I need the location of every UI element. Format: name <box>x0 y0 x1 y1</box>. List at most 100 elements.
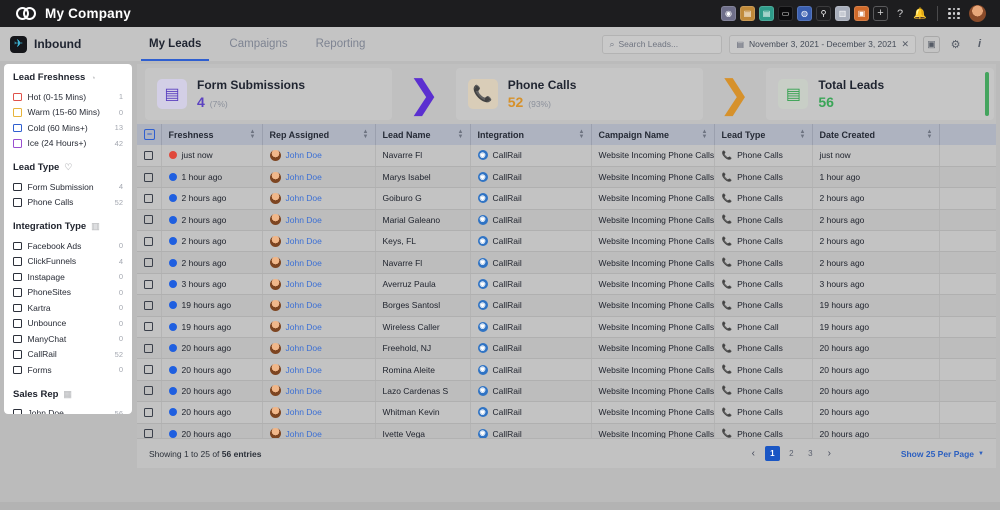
filter-option-manychat[interactable]: ManyChat 0 <box>13 331 123 347</box>
row-select-cell[interactable] <box>137 166 162 189</box>
avatar[interactable] <box>969 5 986 22</box>
app-icon-2[interactable]: ▤ <box>740 6 755 21</box>
filter-checkbox[interactable] <box>13 139 22 148</box>
row-checkbox[interactable] <box>144 365 153 375</box>
filter-checkbox[interactable] <box>13 92 22 101</box>
app-icon-6[interactable]: ⚲ <box>816 6 831 21</box>
table-row[interactable]: just now John Doe Navarre Fl ◉ CallRail Websi… <box>137 145 996 167</box>
rep-name-link[interactable]: John Doe <box>286 236 322 246</box>
sort-icon[interactable]: ▲ ▼ <box>363 129 369 140</box>
rep-name-link[interactable]: John Doe <box>286 300 322 310</box>
filter-option-callrail[interactable]: CallRail 52 <box>13 347 123 363</box>
filter-option-kartra[interactable]: Kartra 0 <box>13 300 123 316</box>
rep-name-link[interactable]: John Doe <box>286 215 322 225</box>
table-row[interactable]: 2 hours ago John Doe Keys, FL ◉ CallRail Webs… <box>137 230 996 253</box>
row-checkbox[interactable] <box>144 429 153 439</box>
filter-option-instapage[interactable]: Instapage 0 <box>13 269 123 285</box>
row-checkbox[interactable] <box>144 258 153 268</box>
rep-name-link[interactable]: John Doe <box>286 365 322 375</box>
table-row[interactable]: 20 hours ago John Doe Lazo Cardenas S ◉ Call… <box>137 380 996 403</box>
rep-name-link[interactable]: John Doe <box>286 258 322 268</box>
row-select-cell[interactable] <box>137 316 162 339</box>
filter-option-form-submission[interactable]: Form Submission 4 <box>13 179 123 195</box>
col-lead-type[interactable]: Lead Type ▲ ▼ <box>714 124 813 145</box>
filter-option-john-doe[interactable]: John Doe 56 <box>13 406 123 414</box>
filter-checkbox[interactable] <box>13 303 22 312</box>
rep-name-link[interactable]: John Doe <box>286 150 322 160</box>
table-row[interactable]: 2 hours ago John Doe Navarre Fl ◉ CallRail We… <box>137 251 996 274</box>
app-icon-8[interactable]: ▣ <box>854 6 869 21</box>
filter-option-ice-24-hours[interactable]: Ice (24 Hours+) 42 <box>13 136 123 152</box>
add-app-button[interactable]: + <box>873 6 888 21</box>
sort-icon[interactable]: ▲ ▼ <box>800 129 806 140</box>
table-row[interactable]: 19 hours ago John Doe Borges Santosl ◉ CallR… <box>137 294 996 317</box>
row-checkbox[interactable] <box>144 343 153 353</box>
app-icon-4[interactable]: ▭ <box>778 6 793 21</box>
filter-option-forms[interactable]: Forms 0 <box>13 362 123 378</box>
row-select-cell[interactable] <box>137 273 162 296</box>
sort-icon[interactable]: ▲ ▼ <box>579 129 585 140</box>
filter-option-warm-15-60-mins[interactable]: Warm (15-60 Mins) 0 <box>13 105 123 121</box>
row-checkbox[interactable] <box>144 236 153 246</box>
col-integration[interactable]: Integration ▲ ▼ <box>470 124 592 145</box>
row-select-cell[interactable] <box>137 251 162 274</box>
page-button-3[interactable]: 3 <box>803 446 818 461</box>
workspace-selector[interactable]: ✈ Inbound <box>0 35 135 53</box>
table-row[interactable]: 2 hours ago John Doe Goiburo G ◉ CallRail Web… <box>137 187 996 210</box>
rep-name-link[interactable]: John Doe <box>286 407 322 417</box>
row-select-cell[interactable] <box>137 187 162 210</box>
row-select-cell[interactable] <box>137 380 162 403</box>
bell-icon[interactable]: 🔔 <box>912 6 928 22</box>
row-select-cell[interactable] <box>137 337 162 360</box>
filter-checkbox[interactable] <box>13 409 22 414</box>
table-row[interactable]: 1 hour ago John Doe Marys Isabel ◉ CallRail W… <box>137 166 996 189</box>
filter-option-phone-calls[interactable]: Phone Calls 52 <box>13 195 123 211</box>
rep-name-link[interactable]: John Doe <box>286 386 322 396</box>
filter-checkbox[interactable] <box>13 365 22 374</box>
table-row[interactable]: 20 hours ago John Doe Freehold, NJ ◉ CallRai… <box>137 337 996 360</box>
app-icon-1[interactable]: ◉ <box>721 6 736 21</box>
sort-icon[interactable]: ▲ ▼ <box>702 129 708 140</box>
row-select-cell[interactable] <box>137 209 162 232</box>
filter-option-cold-60-mins[interactable]: Cold (60 Mins+) 13 <box>13 120 123 136</box>
app-grid-icon[interactable] <box>947 7 961 21</box>
filter-checkbox[interactable] <box>13 288 22 297</box>
stat-card-phone-calls[interactable]: 📞 Phone Calls 52 (93%) <box>455 68 703 120</box>
close-icon[interactable]: ✕ <box>901 39 909 50</box>
table-row[interactable]: 19 hours ago John Doe Wireless Caller ◉ Call… <box>137 316 996 339</box>
sort-icon[interactable]: ▲ ▼ <box>250 129 256 140</box>
row-checkbox[interactable] <box>144 215 153 225</box>
row-checkbox[interactable] <box>144 150 153 160</box>
stat-card-total-leads[interactable]: ▤ Total Leads 56 <box>766 68 994 120</box>
row-select-cell[interactable] <box>137 230 162 253</box>
filter-checkbox[interactable] <box>13 350 22 359</box>
tab-campaigns[interactable]: Campaigns <box>215 27 301 61</box>
filter-option-clickfunnels[interactable]: ClickFunnels 4 <box>13 254 123 270</box>
row-checkbox[interactable] <box>144 386 153 396</box>
next-page-button[interactable]: › <box>822 446 837 461</box>
rep-name-link[interactable]: John Doe <box>286 279 322 289</box>
filter-option-facebook-ads[interactable]: Facebook Ads 0 <box>13 238 123 254</box>
app-icon-7[interactable]: ▥ <box>835 6 850 21</box>
tab-my-leads[interactable]: My Leads <box>135 27 215 61</box>
row-checkbox[interactable] <box>144 279 153 289</box>
help-icon[interactable]: ? <box>892 6 908 22</box>
sort-icon[interactable]: ▲ ▼ <box>458 129 464 140</box>
table-row[interactable]: 20 hours ago John Doe Whitman Kevin ◉ CallRa… <box>137 401 996 424</box>
table-row[interactable]: 3 hours ago John Doe Averruz Paula ◉ CallRai… <box>137 273 996 296</box>
date-range-picker[interactable]: ▤ November 3, 2021 - December 3, 2021 ✕ <box>729 34 916 54</box>
select-all-cell[interactable]: − <box>137 124 162 145</box>
row-select-cell[interactable] <box>137 401 162 424</box>
col-campaign-name[interactable]: Campaign Name ▲ ▼ <box>591 124 715 145</box>
stat-card-form-submissions[interactable]: ▤ Form Submissions 4 (7%) <box>145 68 392 120</box>
filter-option-hot-0-15-mins[interactable]: Hot (0-15 Mins) 1 <box>13 89 123 105</box>
row-select-cell[interactable] <box>137 145 162 167</box>
row-checkbox[interactable] <box>144 300 153 310</box>
row-checkbox[interactable] <box>144 322 153 332</box>
tab-reporting[interactable]: Reporting <box>302 27 380 61</box>
prev-page-button[interactable]: ‹ <box>746 446 761 461</box>
col-freshness[interactable]: Freshness ▲ ▼ <box>161 124 263 145</box>
filter-checkbox[interactable] <box>13 257 22 266</box>
app-icon-5[interactable]: ◍ <box>797 6 812 21</box>
search-input[interactable]: ⌕ Search Leads... <box>602 34 723 54</box>
